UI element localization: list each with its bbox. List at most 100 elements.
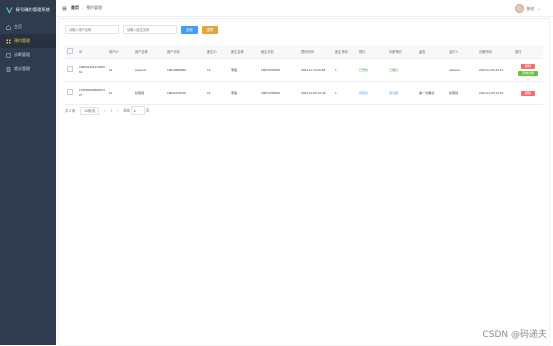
column-header: 医生号码	[333, 45, 357, 59]
cell-doctor-name: 李医	[229, 58, 259, 82]
avatar	[514, 4, 524, 13]
cell-doctor-phone: 18876789606	[259, 81, 299, 105]
cell-number: 1	[333, 81, 357, 105]
page-number[interactable]: 1	[111, 109, 113, 113]
cell-appointment-time: 2024-11-19 09:58	[299, 58, 333, 82]
user-name-input[interactable]	[65, 25, 119, 34]
diagnosis-status: 已确诊	[387, 58, 417, 82]
view-diagnosis-button[interactable]: 查看诊断	[517, 70, 538, 76]
select-all-cell[interactable]	[65, 45, 77, 59]
column-header: 预约	[357, 45, 387, 59]
table-row: 17809990988951327 11 秋晓建 18811221546 12 …	[65, 81, 543, 105]
row-select-cell[interactable]	[65, 58, 77, 82]
chevron-down-icon: ⌄	[537, 6, 541, 11]
table-row: 18663219137250961 11 pascual 18878888888…	[65, 58, 543, 82]
cell-id: 18663219137250961	[77, 58, 107, 82]
breadcrumb: 首页 / 预约管理	[71, 5, 102, 11]
cell-actions: 删除 查看诊断	[513, 58, 543, 82]
column-header: 用户名称	[133, 45, 165, 59]
cell-diagnosis-time: 2024-12-05 14:51	[477, 81, 513, 105]
prev-page-button[interactable]: ‹	[104, 109, 105, 113]
sidebar-menu: 主页 预约管理 诊断管理 就诊管理	[0, 20, 56, 76]
sidebar-item-home[interactable]: 主页	[0, 20, 56, 34]
brand: 接号确约管理系统	[0, 0, 56, 18]
search-button[interactable]: 查询	[181, 25, 198, 34]
cell-id: 17809990988951327	[77, 81, 107, 105]
cell-doctor-id: 12	[205, 58, 229, 82]
cell-doctor-id: 12	[205, 81, 229, 105]
watermark: CSDN @码递夫	[482, 330, 547, 340]
sidebar-item-visits[interactable]: 就诊管理	[0, 62, 56, 76]
row-actions: 删除 查看诊断	[515, 64, 541, 76]
cell-user-id: 11	[107, 58, 133, 82]
sidebar-item-label: 预约管理	[14, 38, 30, 43]
home-icon	[6, 24, 11, 30]
column-header[interactable]: ID	[77, 45, 107, 59]
menu-fold-icon[interactable]	[62, 6, 67, 11]
goto-label: 前往	[123, 108, 131, 113]
cell-user-name: 秋晓建	[133, 81, 165, 105]
pagination: 共 2 条 10条/页 ‹ 1 › 前往 页	[65, 106, 149, 115]
diagnosis-status: 待诊断	[387, 81, 417, 105]
cell-user-phone: 18811221546	[165, 81, 205, 105]
cell-handler: pascual	[447, 58, 477, 82]
cell-user-id: 11	[107, 81, 133, 105]
cell-user-phone: 18878888888	[165, 58, 205, 82]
page-unit-label: 页	[145, 108, 150, 113]
appointments-table: ID 用户ID 用户名称 用户手机 医生ID 医生名称 医生手机 预约时间 医生…	[65, 45, 543, 105]
reset-button[interactable]: 重置	[201, 25, 219, 34]
breadcrumb-separator: /	[82, 5, 84, 11]
delete-button[interactable]: 删除	[520, 90, 535, 96]
sidebar-item-appointments[interactable]: 预约管理	[0, 34, 56, 48]
goto-page: 前往 页	[123, 106, 150, 115]
column-header: 治疗人	[447, 45, 477, 59]
grid-icon	[6, 39, 11, 43]
column-header: 留言	[417, 45, 447, 59]
row-checkbox[interactable]	[67, 89, 73, 95]
column-header: 操作	[513, 45, 543, 59]
cell-appointment-time: 2024-12-05 10:09	[299, 81, 333, 105]
row-actions: 删除	[515, 90, 541, 96]
column-header: 医生手机	[259, 45, 299, 59]
cell-doctor-name: 李医	[229, 81, 259, 105]
main-panel: 查询 重置 ID 用户ID 用户名称 用户手机 医生ID 医生名称 医生	[58, 18, 550, 346]
column-header: 用户ID	[107, 45, 133, 59]
sidebar: 接号确约管理系统 主页 预约管理 诊断管理 就诊管理	[0, 0, 56, 345]
cell-user-name: pascual	[133, 58, 165, 82]
breadcrumb-current: 预约管理	[86, 5, 103, 10]
status-badge: 待就诊	[357, 81, 387, 105]
stethoscope-icon	[6, 53, 11, 57]
cell-note	[417, 58, 447, 82]
goto-page-input[interactable]	[131, 106, 146, 115]
cell-note: 第一次确诊	[417, 81, 447, 105]
delete-button[interactable]: 删除	[520, 64, 535, 70]
sidebar-item-label: 诊断管理	[14, 52, 30, 57]
sidebar-item-label: 主页	[14, 24, 22, 29]
row-select-cell[interactable]	[65, 81, 77, 105]
page-size-select[interactable]: 10条/页	[80, 106, 100, 115]
total-count: 共 2 条	[65, 109, 76, 113]
column-header: 用户手机	[165, 45, 205, 59]
cell-actions: 删除	[513, 81, 543, 105]
sidebar-item-diagnosis[interactable]: 诊断管理	[0, 48, 56, 62]
column-header: 医生名称	[229, 45, 259, 59]
status-badge: 已预约	[357, 58, 387, 82]
column-header: 预约时间	[299, 45, 333, 59]
topbar: 首页 / 预约管理 张伦 ⌄	[56, 0, 553, 17]
app: 接号确约管理系统 主页 预约管理 诊断管理 就诊管理 首页 / 预约管理 张伦 …	[0, 0, 553, 346]
cell-doctor-phone: 18876789606	[259, 58, 299, 82]
breadcrumb-home[interactable]: 首页	[71, 5, 79, 11]
doctor-name-input[interactable]	[123, 25, 177, 34]
user-name: 张伦	[526, 5, 535, 11]
sidebar-item-label: 就诊管理	[14, 66, 30, 71]
table-header-row: ID 用户ID 用户名称 用户手机 医生ID 医生名称 医生手机 预约时间 医生…	[65, 45, 543, 59]
cell-number: 1	[333, 58, 357, 82]
next-page-button[interactable]: ›	[117, 109, 118, 113]
clipboard-icon	[6, 66, 11, 72]
row-checkbox[interactable]	[67, 66, 73, 72]
select-all-checkbox[interactable]	[67, 48, 73, 54]
column-header: 医生ID	[205, 45, 229, 59]
user-menu[interactable]: 张伦 ⌄	[514, 4, 541, 13]
column-header: 诊断预约	[387, 45, 417, 59]
column-header: 诊断时间	[477, 45, 513, 59]
